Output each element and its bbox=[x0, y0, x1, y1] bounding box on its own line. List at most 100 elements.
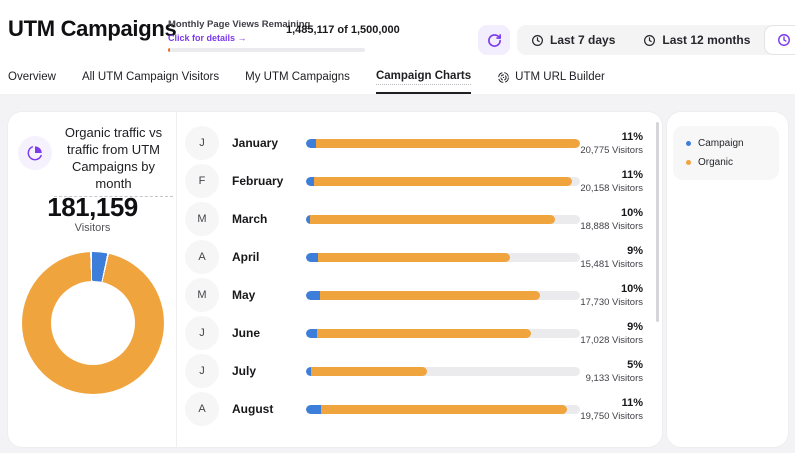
month-visitors: 20,158 Visitors bbox=[580, 183, 643, 194]
legend-item[interactable]: Organic bbox=[686, 153, 779, 172]
bar-organic-segment bbox=[316, 139, 580, 148]
tab-all-utm-campaign-visitors[interactable]: All UTM Campaign Visitors bbox=[82, 62, 219, 94]
month-stats: 9% 15,481 Visitors bbox=[580, 245, 655, 270]
table-row: J January 11% 20,775 Visitors bbox=[177, 124, 655, 162]
month-initial: M bbox=[197, 289, 206, 301]
table-row: J July 5% 9,133 Visitors bbox=[177, 352, 655, 390]
month-visitors: 18,888 Visitors bbox=[580, 221, 643, 232]
month-avatar: A bbox=[185, 240, 219, 274]
bar-organic-segment bbox=[317, 329, 531, 338]
month-share-percent: 10% bbox=[580, 207, 643, 219]
chart-scrollbar[interactable] bbox=[656, 122, 659, 322]
month-avatar: F bbox=[185, 164, 219, 198]
bar-track bbox=[306, 177, 580, 186]
month-visitors: 20,775 Visitors bbox=[580, 145, 643, 156]
month-initial: M bbox=[197, 213, 206, 225]
bar-track bbox=[306, 139, 580, 148]
month-stats: 10% 17,730 Visitors bbox=[580, 283, 655, 308]
month-label: June bbox=[232, 326, 306, 340]
web-icon bbox=[497, 71, 510, 84]
month-visitors: 17,730 Visitors bbox=[580, 297, 643, 308]
bar-organic-segment bbox=[311, 367, 426, 376]
donut-summary-section: Organic traffic vs traffic from UTM Camp… bbox=[8, 112, 177, 447]
tab-label: My UTM Campaigns bbox=[245, 71, 350, 83]
tab-utm-url-builder[interactable]: UTM URL Builder bbox=[497, 62, 605, 94]
usage-progress-bar bbox=[168, 48, 365, 52]
year-dropdown[interactable]: 2023 bbox=[764, 25, 795, 55]
table-row: M May 10% 17,730 Visitors bbox=[177, 276, 655, 314]
month-initial: F bbox=[199, 175, 206, 187]
bar-organic-segment bbox=[318, 253, 510, 262]
table-row: J June 9% 17,028 Visitors bbox=[177, 314, 655, 352]
last-7-days-button[interactable]: Last 7 days bbox=[517, 25, 629, 55]
donut-chart-title[interactable]: Organic traffic vs traffic from UTM Camp… bbox=[54, 124, 173, 197]
tab-label: Campaign Charts bbox=[376, 70, 471, 85]
month-share-percent: 11% bbox=[580, 131, 643, 143]
month-label: February bbox=[232, 174, 306, 188]
donut-hole bbox=[51, 281, 135, 365]
bar-organic-segment bbox=[320, 291, 540, 300]
bar-campaign-segment bbox=[306, 291, 320, 300]
refresh-button[interactable] bbox=[478, 25, 510, 55]
last-7-days-label: Last 7 days bbox=[550, 33, 615, 47]
tab-campaign-charts[interactable]: Campaign Charts bbox=[376, 62, 471, 94]
month-visitors: 15,481 Visitors bbox=[580, 259, 643, 270]
month-stats: 9% 17,028 Visitors bbox=[580, 321, 655, 346]
date-range-segmented-control: Last 7 days Last 12 months 2023 bbox=[517, 25, 795, 55]
content-area: Organic traffic vs traffic from UTM Camp… bbox=[0, 95, 795, 453]
month-avatar: A bbox=[185, 392, 219, 426]
page-title: UTM Campaigns bbox=[8, 16, 176, 42]
clock-icon bbox=[643, 34, 656, 47]
usage-progress-fill bbox=[168, 48, 170, 52]
page-header: UTM Campaigns Monthly Page Views Remaini… bbox=[0, 0, 795, 62]
tab-my-utm-campaigns[interactable]: My UTM Campaigns bbox=[245, 62, 350, 94]
month-share-percent: 11% bbox=[580, 397, 643, 409]
bar-campaign-segment bbox=[306, 253, 318, 262]
refresh-icon bbox=[487, 33, 502, 48]
usage-details-link[interactable]: Click for details → bbox=[168, 33, 286, 43]
bar-organic-segment bbox=[310, 215, 555, 224]
month-stats: 11% 20,775 Visitors bbox=[580, 131, 655, 156]
month-avatar: M bbox=[185, 202, 219, 236]
usage-label: Monthly Page Views Remaining bbox=[168, 19, 286, 30]
tab-bar: Overview All UTM Campaign Visitors My UT… bbox=[0, 62, 795, 95]
bar-organic-segment bbox=[321, 405, 567, 414]
bar-campaign-segment bbox=[306, 177, 314, 186]
bar-campaign-segment bbox=[306, 329, 317, 338]
table-row: F February 11% 20,158 Visitors bbox=[177, 162, 655, 200]
bar-track bbox=[306, 367, 580, 376]
legend-item[interactable]: Campaign bbox=[686, 134, 779, 153]
table-row: A August 11% 19,750 Visitors bbox=[177, 390, 655, 428]
clock-icon bbox=[777, 33, 791, 47]
last-12-months-button[interactable]: Last 12 months bbox=[629, 25, 764, 55]
month-visitors: 19,750 Visitors bbox=[580, 411, 643, 422]
month-initial: J bbox=[199, 327, 205, 339]
month-initial: J bbox=[199, 137, 205, 149]
month-avatar: M bbox=[185, 278, 219, 312]
campaign-chart-card: Organic traffic vs traffic from UTM Camp… bbox=[8, 112, 662, 447]
tab-label: Overview bbox=[8, 71, 56, 83]
total-visitors-value: 181,159 bbox=[8, 192, 177, 223]
monthly-bars-list: J January 11% 20,775 Visitors F bbox=[177, 124, 655, 428]
bar-organic-segment bbox=[314, 177, 572, 186]
month-avatar: J bbox=[185, 354, 219, 388]
month-label: April bbox=[232, 250, 306, 264]
bar-campaign-segment bbox=[306, 405, 321, 414]
month-visitors: 17,028 Visitors bbox=[580, 335, 643, 346]
tab-overview[interactable]: Overview bbox=[8, 62, 56, 94]
clock-icon bbox=[531, 34, 544, 47]
month-label: May bbox=[232, 288, 306, 302]
bar-track bbox=[306, 253, 580, 262]
tab-label: All UTM Campaign Visitors bbox=[82, 71, 219, 83]
month-label: March bbox=[232, 212, 306, 226]
total-visitors-label: Visitors bbox=[8, 222, 177, 234]
legend-card: Campaign Organic bbox=[667, 112, 788, 447]
bar-track bbox=[306, 215, 580, 224]
legend-label: Campaign bbox=[698, 138, 744, 149]
pie-chart-icon bbox=[18, 136, 52, 170]
usage-value: 1,485,117 of 1,500,000 bbox=[286, 24, 400, 36]
last-12-months-label: Last 12 months bbox=[662, 33, 750, 47]
month-visitors: 9,133 Visitors bbox=[580, 373, 643, 384]
month-initial: A bbox=[198, 403, 205, 415]
bar-track bbox=[306, 291, 580, 300]
